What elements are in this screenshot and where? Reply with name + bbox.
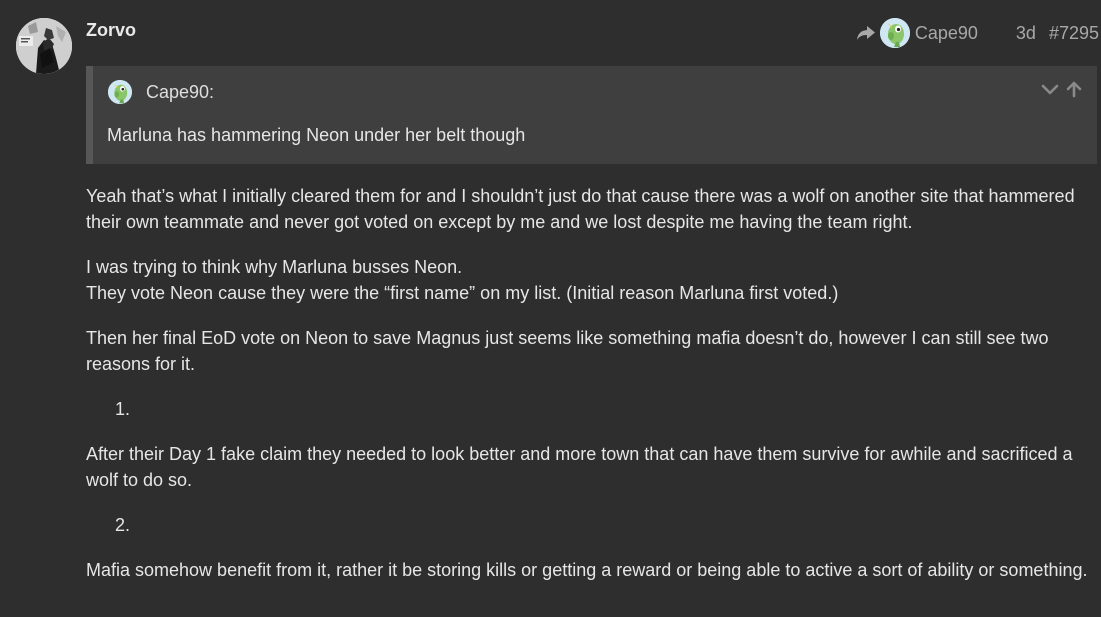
reply-to-avatar[interactable] (879, 18, 910, 48)
quote-author-name: Cape90: (146, 81, 215, 102)
post-number-link[interactable]: #7295 (1049, 23, 1099, 44)
chevron-down-icon[interactable] (1041, 80, 1059, 103)
reply-to-username[interactable]: Cape90 (915, 23, 978, 44)
paragraph-2-line-2: They vote Neon cause they were the “firs… (86, 283, 839, 303)
quote-controls (1041, 80, 1083, 103)
forum-post: Zorvo Cape90 3d #7295 Cape90: Marluna ha… (0, 0, 1101, 617)
list-1: 1. (86, 396, 1096, 422)
paragraph-4: After their Day 1 fake claim they needed… (86, 444, 1073, 490)
list-2: 2. (86, 512, 1096, 538)
quote-block: Cape90: Marluna has hammering Neon under… (86, 66, 1097, 164)
paragraph-2: I was trying to think why Marluna busses… (86, 254, 1096, 306)
list-item-marker-1: 1. (115, 399, 131, 419)
arrow-up-icon[interactable] (1065, 80, 1083, 103)
post-body: Yeah that’s what I initially cleared the… (86, 183, 1096, 602)
paragraph-3: Then her final EoD vote on Neon to save … (86, 328, 1049, 374)
paragraph-2-line-1: I was trying to think why Marluna busses… (86, 257, 463, 277)
user-avatar[interactable] (16, 18, 72, 74)
post-date[interactable]: 3d (1016, 23, 1036, 44)
share-arrow-icon[interactable] (856, 24, 876, 42)
post-meta: Cape90 3d #7295 (856, 18, 1099, 48)
post-author-name[interactable]: Zorvo (86, 20, 136, 41)
paragraph-5: Mafia somehow benefit from it, rather it… (86, 560, 1088, 580)
avatar-image (16, 18, 72, 74)
paragraph-1: Yeah that’s what I initially cleared the… (86, 186, 1075, 232)
post-header: Zorvo Cape90 3d #7295 (86, 18, 1101, 48)
quote-text: Marluna has hammering Neon under her bel… (107, 125, 526, 145)
quote-author-avatar (108, 80, 132, 104)
quote-title: Cape90: (108, 80, 214, 104)
list-item-marker-2: 2. (115, 515, 131, 535)
